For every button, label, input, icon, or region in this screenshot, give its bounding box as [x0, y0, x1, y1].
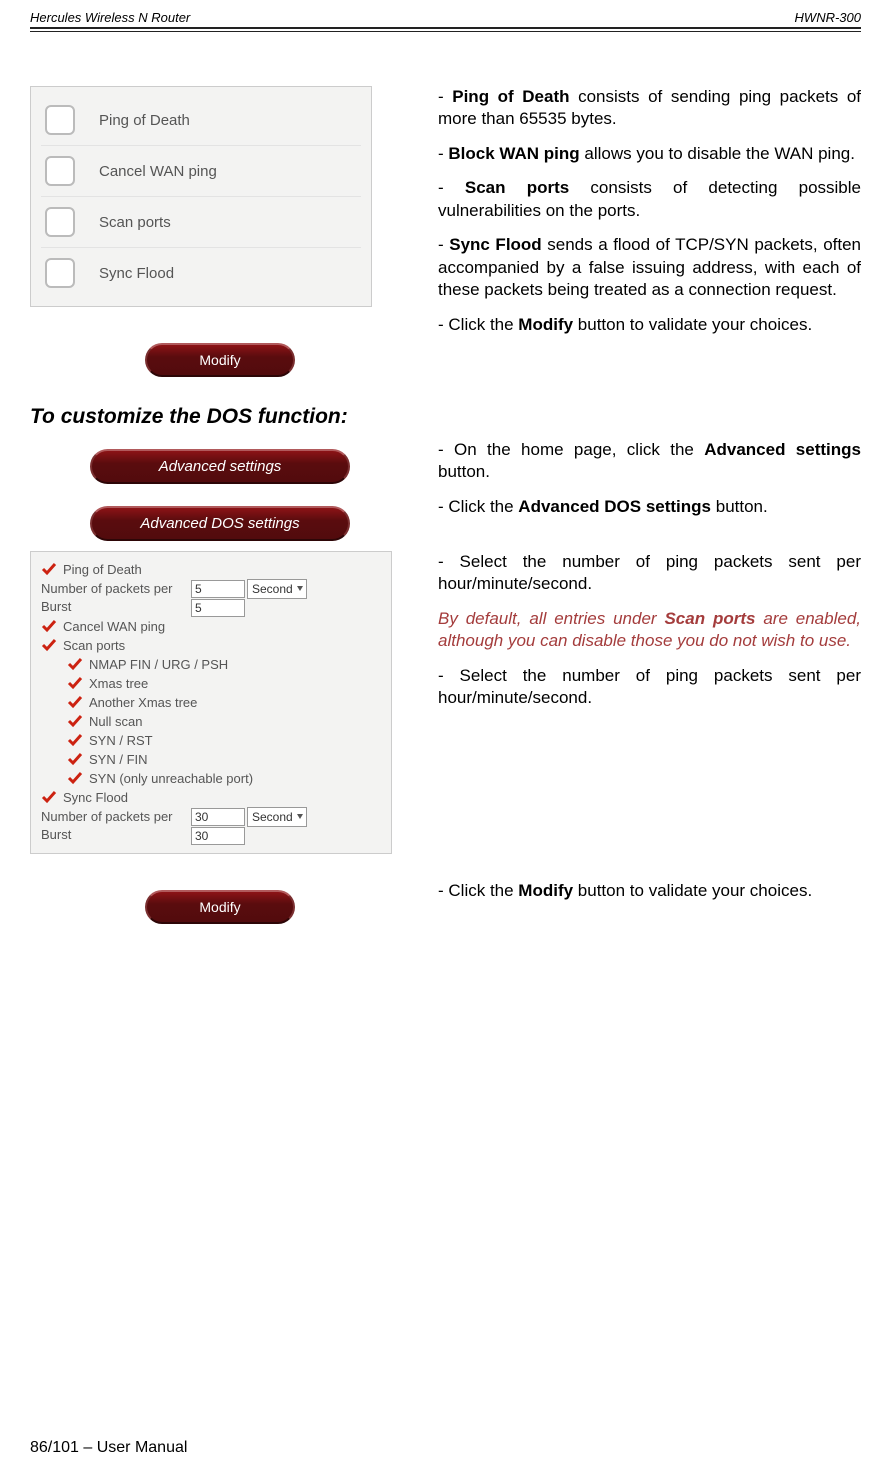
page-footer: 86/101 – User Manual: [30, 1439, 187, 1457]
packets-per-row: Number of packets per Second: [41, 807, 381, 827]
list-item-label: Cancel WAN ping: [63, 619, 165, 634]
packets-per-row: Number of packets per Second: [41, 579, 381, 599]
list-item[interactable]: Xmas tree: [41, 674, 381, 693]
check-icon: [41, 619, 57, 633]
header-right: HWNR-300: [795, 10, 861, 25]
list-item-label: SYN (only unreachable port): [89, 771, 253, 786]
list-item-label: Scan ports: [63, 638, 125, 653]
checkbox-icon[interactable]: [45, 156, 75, 186]
check-icon: [67, 676, 83, 690]
list-item[interactable]: SYN (only unreachable port): [41, 769, 381, 788]
check-icon: [67, 752, 83, 766]
check-icon: [67, 733, 83, 747]
list-item-label: SYN / FIN: [89, 752, 148, 767]
modify-button[interactable]: Modify: [145, 343, 295, 377]
burst-row: Burst: [41, 827, 381, 845]
list-item[interactable]: Cancel WAN ping: [41, 617, 381, 636]
panel-row[interactable]: Scan ports: [41, 197, 361, 248]
panel-row-label: Sync Flood: [99, 265, 174, 282]
check-icon: [67, 695, 83, 709]
list-item-label: SYN / RST: [89, 733, 153, 748]
paragraph: - Select the number of ping packets sent…: [438, 665, 861, 710]
section-heading: To customize the DOS function:: [30, 405, 861, 429]
paragraph: - Click the Advanced DOS settings button…: [438, 496, 861, 518]
check-icon: [41, 790, 57, 804]
burst-row: Burst: [41, 599, 381, 617]
burst-label: Burst: [41, 599, 187, 617]
list-item[interactable]: Ping of Death: [41, 560, 381, 579]
burst-label: Burst: [41, 827, 187, 845]
check-icon: [67, 657, 83, 671]
packets-input[interactable]: [191, 580, 245, 598]
page-header: Hercules Wireless N Router HWNR-300: [30, 10, 861, 29]
list-item[interactable]: NMAP FIN / URG / PSH: [41, 655, 381, 674]
paragraph: - Block WAN ping allows you to disable t…: [438, 143, 861, 165]
check-icon: [67, 771, 83, 785]
burst-input[interactable]: [191, 827, 245, 845]
header-rule: [30, 31, 861, 32]
num-label: Number of packets per: [41, 581, 187, 596]
advanced-dos-settings-button[interactable]: Advanced DOS settings: [90, 506, 350, 541]
checkbox-icon[interactable]: [45, 207, 75, 237]
list-item[interactable]: Null scan: [41, 712, 381, 731]
advanced-settings-button[interactable]: Advanced settings: [90, 449, 350, 484]
packets-input[interactable]: [191, 808, 245, 826]
list-item[interactable]: Scan ports: [41, 636, 381, 655]
dos-settings-panel: Ping of Death Number of packets per Seco…: [30, 551, 392, 854]
panel-row[interactable]: Sync Flood: [41, 248, 361, 298]
paragraph: - Scan ports consists of detecting possi…: [438, 177, 861, 222]
checkbox-icon[interactable]: [45, 105, 75, 135]
paragraph: - Select the number of ping packets sent…: [438, 551, 861, 596]
panel-row[interactable]: Cancel WAN ping: [41, 146, 361, 197]
paragraph: - Click the Modify button to validate yo…: [438, 314, 861, 336]
check-icon: [41, 562, 57, 576]
modify-button[interactable]: Modify: [145, 890, 295, 924]
paragraph: - On the home page, click the Advanced s…: [438, 439, 861, 484]
checkbox-icon[interactable]: [45, 258, 75, 288]
list-item[interactable]: Another Xmas tree: [41, 693, 381, 712]
num-label: Number of packets per: [41, 809, 187, 824]
list-item-label: Another Xmas tree: [89, 695, 197, 710]
header-left: Hercules Wireless N Router: [30, 10, 190, 25]
list-item-label: NMAP FIN / URG / PSH: [89, 657, 228, 672]
panel-row-label: Scan ports: [99, 214, 171, 231]
check-icon: [67, 714, 83, 728]
check-icon: [41, 638, 57, 652]
time-unit-select[interactable]: Second: [247, 579, 307, 599]
list-item-label: Xmas tree: [89, 676, 148, 691]
burst-input[interactable]: [191, 599, 245, 617]
paragraph: - Click the Modify button to validate yo…: [438, 880, 861, 902]
paragraph: - Sync Flood sends a flood of TCP/SYN pa…: [438, 234, 861, 301]
paragraph: By default, all entries under Scan ports…: [438, 608, 861, 653]
paragraph: - Ping of Death consists of sending ping…: [438, 86, 861, 131]
list-item-label: Null scan: [89, 714, 142, 729]
panel-row-label: Ping of Death: [99, 112, 190, 129]
panel-row[interactable]: Ping of Death: [41, 95, 361, 146]
firewall-options-panel: Ping of Death Cancel WAN ping Scan ports…: [30, 86, 372, 307]
list-item[interactable]: SYN / FIN: [41, 750, 381, 769]
panel-row-label: Cancel WAN ping: [99, 163, 217, 180]
time-unit-select[interactable]: Second: [247, 807, 307, 827]
list-item[interactable]: Sync Flood: [41, 788, 381, 807]
list-item[interactable]: SYN / RST: [41, 731, 381, 750]
list-item-label: Sync Flood: [63, 790, 128, 805]
list-item-label: Ping of Death: [63, 562, 142, 577]
